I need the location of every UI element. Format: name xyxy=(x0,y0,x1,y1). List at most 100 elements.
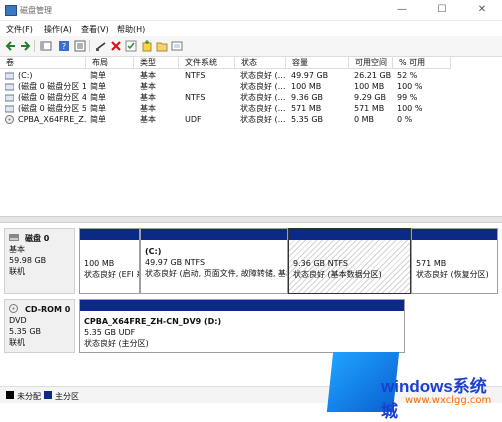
table-row[interactable]: (C:) 简单 基本 NTFS 状态良好 (… 49.97 GB 26.21 G… xyxy=(0,71,502,81)
disk-size: 5.35 GB xyxy=(9,327,42,336)
cell-type: 基本 xyxy=(140,93,156,102)
cell-status: 状态良好 (… xyxy=(240,104,286,113)
table-row[interactable]: (磁盘 0 磁盘分区 4) 简单 基本 NTFS 状态良好 (… 9.36 GB… xyxy=(0,93,502,103)
cell-type: 基本 xyxy=(140,71,156,80)
maximize-button[interactable]: ☐ xyxy=(422,0,462,20)
settings-icon[interactable] xyxy=(171,40,183,52)
menu-file[interactable]: 文件(F) xyxy=(6,24,33,35)
pane-splitter[interactable] xyxy=(0,216,502,223)
cell-percent-free: 52 % xyxy=(397,71,418,80)
partition-title: CPBA_X64FRE_ZH-CN_DV9 (D:) xyxy=(84,317,222,326)
partition-status: 状态良好 (启动, 页面文件, 故障转储, 基本数据分区) xyxy=(145,269,287,278)
disk-icon xyxy=(9,234,19,241)
cell-percent-free: 0 % xyxy=(397,115,413,124)
cell-free-space: 571 MB xyxy=(354,104,385,113)
connect-icon[interactable] xyxy=(95,40,107,52)
partition-size: 100 MB xyxy=(84,259,115,268)
cell-capacity: 5.35 GB xyxy=(291,115,324,124)
column-header-free-space[interactable]: 可用空间 xyxy=(349,57,393,69)
menu-help[interactable]: 帮助(H) xyxy=(117,24,145,35)
column-header-volume[interactable]: 卷 xyxy=(0,57,86,69)
primary-partition-bar xyxy=(80,229,139,240)
column-header-capacity[interactable]: 容量 xyxy=(286,57,349,69)
cell-free-space: 100 MB xyxy=(354,82,385,91)
partition-efi[interactable]: 100 MB 状态良好 (EFI 系统分区) xyxy=(79,228,140,294)
cell-status: 状态良好 (… xyxy=(240,82,286,91)
partition-selected[interactable]: 9.36 GB NTFS 状态良好 (基本数据分区) xyxy=(288,228,411,294)
legend-swatch-unallocated xyxy=(6,391,14,399)
delete-icon[interactable] xyxy=(110,40,122,52)
minimize-button[interactable]: — xyxy=(382,0,422,20)
partition-status: 状态良好 (恢复分区) xyxy=(416,270,489,279)
watermark-logo: windows系统城 www.wxclgg.com xyxy=(312,348,502,421)
disk-0-label[interactable]: 磁盘 0 基本 59.98 GB 联机 xyxy=(4,228,75,294)
cell-free-space: 9.29 GB xyxy=(354,93,387,102)
legend-unallocated-label: 未分配 xyxy=(17,392,41,401)
cell-type: 基本 xyxy=(140,104,156,113)
column-header-layout[interactable]: 布局 xyxy=(86,57,134,69)
menu-bar: 文件(F) 操作(A) 查看(V) 帮助(H) xyxy=(0,21,502,36)
cell-layout: 简单 xyxy=(90,82,106,91)
disk-management-icon xyxy=(5,5,17,16)
cell-layout: 简单 xyxy=(90,71,106,80)
partition-title: (C:) xyxy=(145,247,162,256)
cell-status: 状态良好 (… xyxy=(240,71,286,80)
cell-capacity: 571 MB xyxy=(291,104,322,113)
disk-size: 59.98 GB xyxy=(9,256,47,265)
console-tree-icon[interactable] xyxy=(40,40,52,52)
cdrom-volume[interactable]: CPBA_X64FRE_ZH-CN_DV9 (D:) 5.35 GB UDF 状… xyxy=(79,299,405,353)
cell-layout: 简单 xyxy=(90,104,106,113)
partition-status: 状态良好 (基本数据分区) xyxy=(293,270,382,279)
window-title: 磁盘管理 xyxy=(20,6,52,15)
toolbar-separator xyxy=(34,40,35,52)
watermark-url: www.wxclgg.com xyxy=(405,395,492,406)
legend-swatch-primary xyxy=(44,391,52,399)
disk-status: 联机 xyxy=(9,338,25,347)
menu-action[interactable]: 操作(A) xyxy=(44,24,72,35)
cell-volume: (磁盘 0 磁盘分区 1) xyxy=(18,82,86,91)
cell-type: 基本 xyxy=(140,115,156,124)
primary-partition-bar xyxy=(141,229,287,240)
cell-filesystem: UDF xyxy=(185,115,202,124)
cell-percent-free: 99 % xyxy=(397,93,418,102)
toolbar-separator xyxy=(89,40,90,52)
volume-icon xyxy=(5,72,14,80)
table-row[interactable]: CPBA_X64FRE_Z… 简单 基本 UDF 状态良好 (… 5.35 GB… xyxy=(0,115,502,125)
cell-status: 状态良好 (… xyxy=(240,93,286,102)
column-header-percent-free[interactable]: % 可用 xyxy=(393,57,451,69)
volume-icon xyxy=(5,105,14,113)
check-icon[interactable] xyxy=(125,40,137,52)
cell-type: 基本 xyxy=(140,82,156,91)
partition-size: 9.36 GB NTFS xyxy=(293,259,348,268)
partition-recovery[interactable]: 571 MB 状态良好 (恢复分区) xyxy=(411,228,498,294)
cell-capacity: 100 MB xyxy=(291,82,322,91)
cell-volume: (磁盘 0 磁盘分区 5) xyxy=(18,104,86,113)
new-volume-icon[interactable] xyxy=(141,40,153,52)
menu-view[interactable]: 查看(V) xyxy=(81,24,109,35)
dvd-icon xyxy=(9,304,18,313)
cell-free-space: 26.21 GB xyxy=(354,71,392,80)
partition-size: 571 MB xyxy=(416,259,447,268)
disk-type: 基本 xyxy=(9,245,25,254)
table-row[interactable]: (磁盘 0 磁盘分区 5) 简单 基本 状态良好 (… 571 MB 571 M… xyxy=(0,104,502,114)
partition-c[interactable]: (C:) 49.97 GB NTFS 状态良好 (启动, 页面文件, 故障转储,… xyxy=(140,228,288,294)
column-header-type[interactable]: 类型 xyxy=(134,57,179,69)
table-row[interactable]: (磁盘 0 磁盘分区 1) 简单 基本 状态良好 (… 100 MB 100 M… xyxy=(0,82,502,92)
cell-percent-free: 100 % xyxy=(397,82,423,91)
cdrom-0-label[interactable]: CD-ROM 0 DVD 5.35 GB 联机 xyxy=(4,299,75,353)
column-header-filesystem[interactable]: 文件系统 xyxy=(179,57,235,69)
back-arrow-icon[interactable] xyxy=(5,40,17,52)
volume-table: 卷 布局 类型 文件系统 状态 容量 可用空间 % 可用 (C:) 简单 基本 … xyxy=(0,57,502,215)
help-icon[interactable]: ? xyxy=(58,40,70,52)
forward-arrow-icon[interactable] xyxy=(19,40,31,52)
volume-icon xyxy=(5,83,14,91)
cell-capacity: 49.97 GB xyxy=(291,71,329,80)
close-button[interactable]: ✕ xyxy=(462,0,502,20)
open-icon[interactable] xyxy=(156,40,168,52)
partition-size: 5.35 GB UDF xyxy=(84,328,136,337)
volume-icon xyxy=(5,94,14,102)
properties-icon[interactable] xyxy=(74,40,86,52)
column-header-status[interactable]: 状态 xyxy=(235,57,286,69)
disk-name: CD-ROM 0 xyxy=(25,305,71,314)
primary-partition-bar xyxy=(289,229,410,240)
